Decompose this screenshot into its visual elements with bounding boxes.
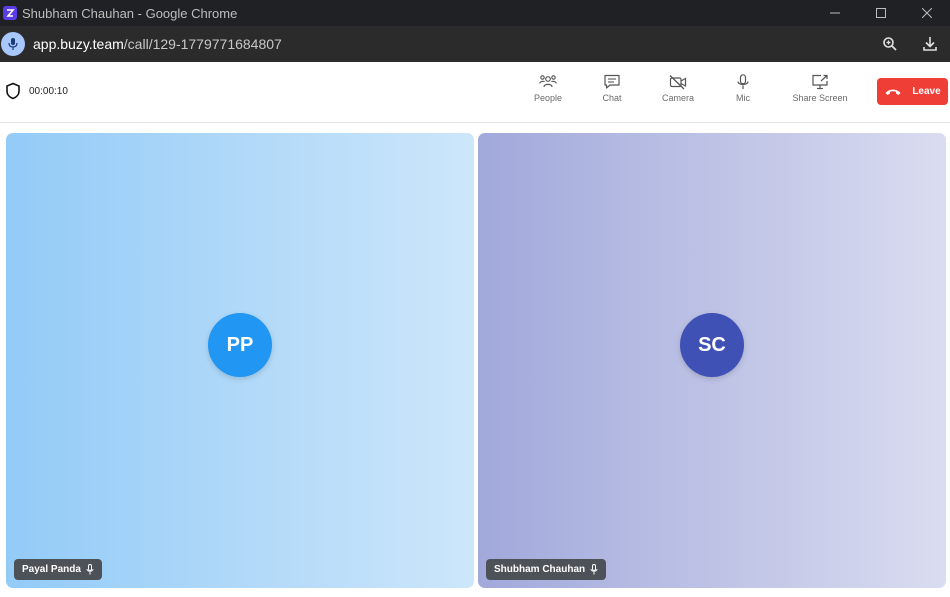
participant-tile[interactable]: SC Shubham Chauhan xyxy=(478,133,946,588)
mic-label: Mic xyxy=(736,93,750,103)
window-title: Shubham Chauhan - Google Chrome xyxy=(22,5,238,21)
chat-button[interactable]: Chat xyxy=(582,74,642,103)
address-bar[interactable]: app.buzy.team/call/129-1779771684807 xyxy=(0,26,950,62)
shield-icon xyxy=(6,82,20,100)
camera-label: Camera xyxy=(661,93,694,103)
share-screen-label: Share Screen xyxy=(792,93,848,103)
share-screen-button[interactable]: Share Screen xyxy=(790,74,850,103)
leave-label: Leave xyxy=(912,86,941,97)
participant-name-tag: Shubham Chauhan xyxy=(486,559,607,580)
chat-icon xyxy=(604,74,620,89)
phone-hangup-icon xyxy=(885,89,901,95)
participant-name: Shubham Chauhan xyxy=(494,564,586,575)
minimize-icon[interactable] xyxy=(812,0,858,26)
call-toolbar: 00:00:10 People Chat Camera Mic Share Sc… xyxy=(0,62,950,123)
url-text[interactable]: app.buzy.team/call/129-1779771684807 xyxy=(33,36,282,52)
url-path: /call/129-1779771684807 xyxy=(123,36,282,52)
people-button[interactable]: People xyxy=(518,74,578,103)
avatar: SC xyxy=(680,313,744,377)
close-icon[interactable] xyxy=(904,0,950,26)
url-host: app.buzy.team xyxy=(33,36,124,52)
people-label: People xyxy=(533,93,563,103)
app-icon xyxy=(3,6,17,20)
participant-tile[interactable]: PP Payal Panda xyxy=(6,133,474,588)
share-screen-icon xyxy=(812,74,828,90)
mic-button[interactable]: Mic xyxy=(713,74,773,103)
leave-button[interactable]: Leave xyxy=(877,78,948,105)
avatar: PP xyxy=(208,313,272,377)
participant-name-tag: Payal Panda xyxy=(14,559,102,580)
participant-name: Payal Panda xyxy=(22,564,81,575)
people-icon xyxy=(539,75,557,88)
camera-button[interactable]: Camera xyxy=(648,74,708,103)
camera-off-icon xyxy=(669,75,687,90)
browser-titlebar: Shubham Chauhan - Google Chrome xyxy=(0,0,950,26)
maximize-icon[interactable] xyxy=(858,0,904,26)
download-icon[interactable] xyxy=(910,26,950,62)
call-timer-group: 00:00:10 xyxy=(5,82,68,100)
mic-icon xyxy=(737,74,749,89)
mic-icon xyxy=(590,564,598,575)
zoom-icon[interactable] xyxy=(870,26,910,62)
chat-label: Chat xyxy=(602,93,622,103)
mic-icon[interactable] xyxy=(1,32,25,56)
call-timer: 00:00:10 xyxy=(29,85,68,97)
mic-icon xyxy=(86,564,94,575)
